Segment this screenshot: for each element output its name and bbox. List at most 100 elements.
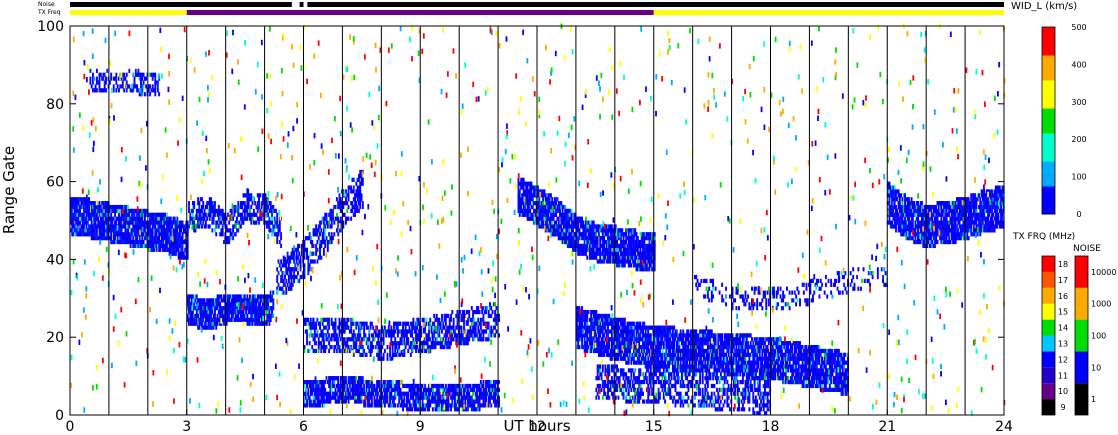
echo-cell — [300, 247, 303, 252]
echo-cell — [256, 298, 259, 303]
echo-cell — [622, 236, 625, 241]
echo-cell — [409, 344, 412, 350]
echo-cell — [453, 399, 456, 404]
echo-cell — [601, 232, 604, 237]
echo-cell — [594, 329, 596, 334]
echo-cell — [198, 325, 201, 330]
echo-cell — [319, 325, 321, 330]
echo-cell — [627, 232, 630, 237]
echo-cell — [202, 204, 205, 210]
echo-cell — [281, 286, 284, 291]
echo-cell — [110, 212, 113, 217]
echo-cell — [338, 193, 341, 198]
echo-cell — [417, 383, 420, 389]
echo-cell — [204, 220, 207, 225]
echo-cell — [531, 197, 534, 202]
echo-cell — [566, 212, 569, 217]
echo-cell — [325, 325, 328, 330]
echo-cell — [555, 220, 558, 225]
echo-cell — [328, 348, 331, 354]
echo-cell — [577, 220, 580, 225]
echo-cell — [490, 313, 493, 319]
echo-cell — [315, 224, 318, 229]
echo-cell — [246, 294, 249, 299]
echo-cell — [280, 243, 283, 249]
echo-cell — [463, 325, 465, 330]
echo-cell — [267, 212, 270, 217]
echo-cell — [422, 317, 425, 322]
echo-cell — [333, 379, 336, 385]
echo-cell — [246, 208, 249, 214]
echo-cell — [403, 352, 406, 357]
echo-cell — [219, 302, 222, 307]
echo-cell — [425, 391, 428, 396]
echo-cell — [339, 348, 342, 354]
echo-cell — [329, 391, 332, 396]
echo-cell — [339, 379, 342, 385]
echo-cell — [330, 224, 333, 229]
echo-cell — [363, 383, 366, 389]
echo-cell — [346, 341, 349, 346]
echo-cell — [612, 341, 615, 346]
echo-cell — [97, 216, 100, 221]
echo-cell — [132, 236, 135, 241]
echo-cell — [632, 329, 635, 334]
echo-cell — [556, 197, 559, 202]
echo-cell — [444, 383, 447, 389]
echo-cell — [549, 193, 552, 198]
echo-cell — [332, 216, 334, 221]
echo-cell — [368, 399, 371, 404]
echo-cell — [114, 212, 117, 217]
echo-cell — [345, 220, 347, 225]
echo-cell — [565, 232, 568, 237]
echo-cell — [204, 212, 207, 217]
echo-cell — [404, 325, 407, 330]
echo-cell — [544, 193, 547, 198]
echo-cell — [308, 232, 311, 237]
echo-cell — [322, 403, 325, 408]
echo-cell — [354, 212, 356, 217]
echo-cell — [376, 395, 379, 400]
echo-cell — [193, 216, 196, 221]
echo-cell — [577, 224, 580, 229]
echo-cell — [181, 220, 184, 225]
echo-cell — [438, 329, 441, 334]
echo-cell — [361, 344, 364, 350]
echo-cell — [635, 255, 638, 260]
echo-cell — [354, 197, 356, 202]
echo-cell — [267, 302, 270, 307]
echo-cell — [607, 232, 609, 237]
echo-cell — [479, 321, 482, 326]
echo-cell — [213, 228, 216, 233]
echo-cell — [117, 208, 120, 214]
echo-cell — [322, 247, 325, 252]
echo-cell — [201, 224, 203, 229]
echo-cell — [197, 313, 200, 319]
echo-cell — [518, 212, 521, 217]
echo-cell — [446, 333, 449, 338]
echo-cell — [299, 267, 302, 272]
echo-cell — [555, 201, 558, 206]
echo-cell — [142, 239, 145, 245]
echo-cell — [456, 391, 459, 396]
echo-cell — [377, 337, 380, 342]
echo-cell — [435, 313, 438, 319]
echo-cell — [373, 337, 376, 342]
echo-cell — [581, 321, 584, 326]
echo-cell — [487, 325, 490, 330]
echo-cell — [642, 352, 644, 357]
echo-cell — [265, 309, 268, 315]
echo-cell — [155, 232, 158, 237]
echo-cell — [441, 313, 443, 319]
echo-cell — [215, 232, 218, 237]
echo-cell — [328, 321, 331, 326]
echo-cell — [354, 379, 356, 385]
echo-cell — [393, 399, 395, 404]
echo-cell — [368, 337, 371, 342]
echo-cell — [284, 274, 286, 280]
echo-cell — [233, 212, 236, 217]
echo-cell — [582, 220, 585, 225]
echo-cell — [494, 333, 497, 338]
echo-cell — [229, 236, 232, 241]
echo-cell — [439, 321, 442, 326]
